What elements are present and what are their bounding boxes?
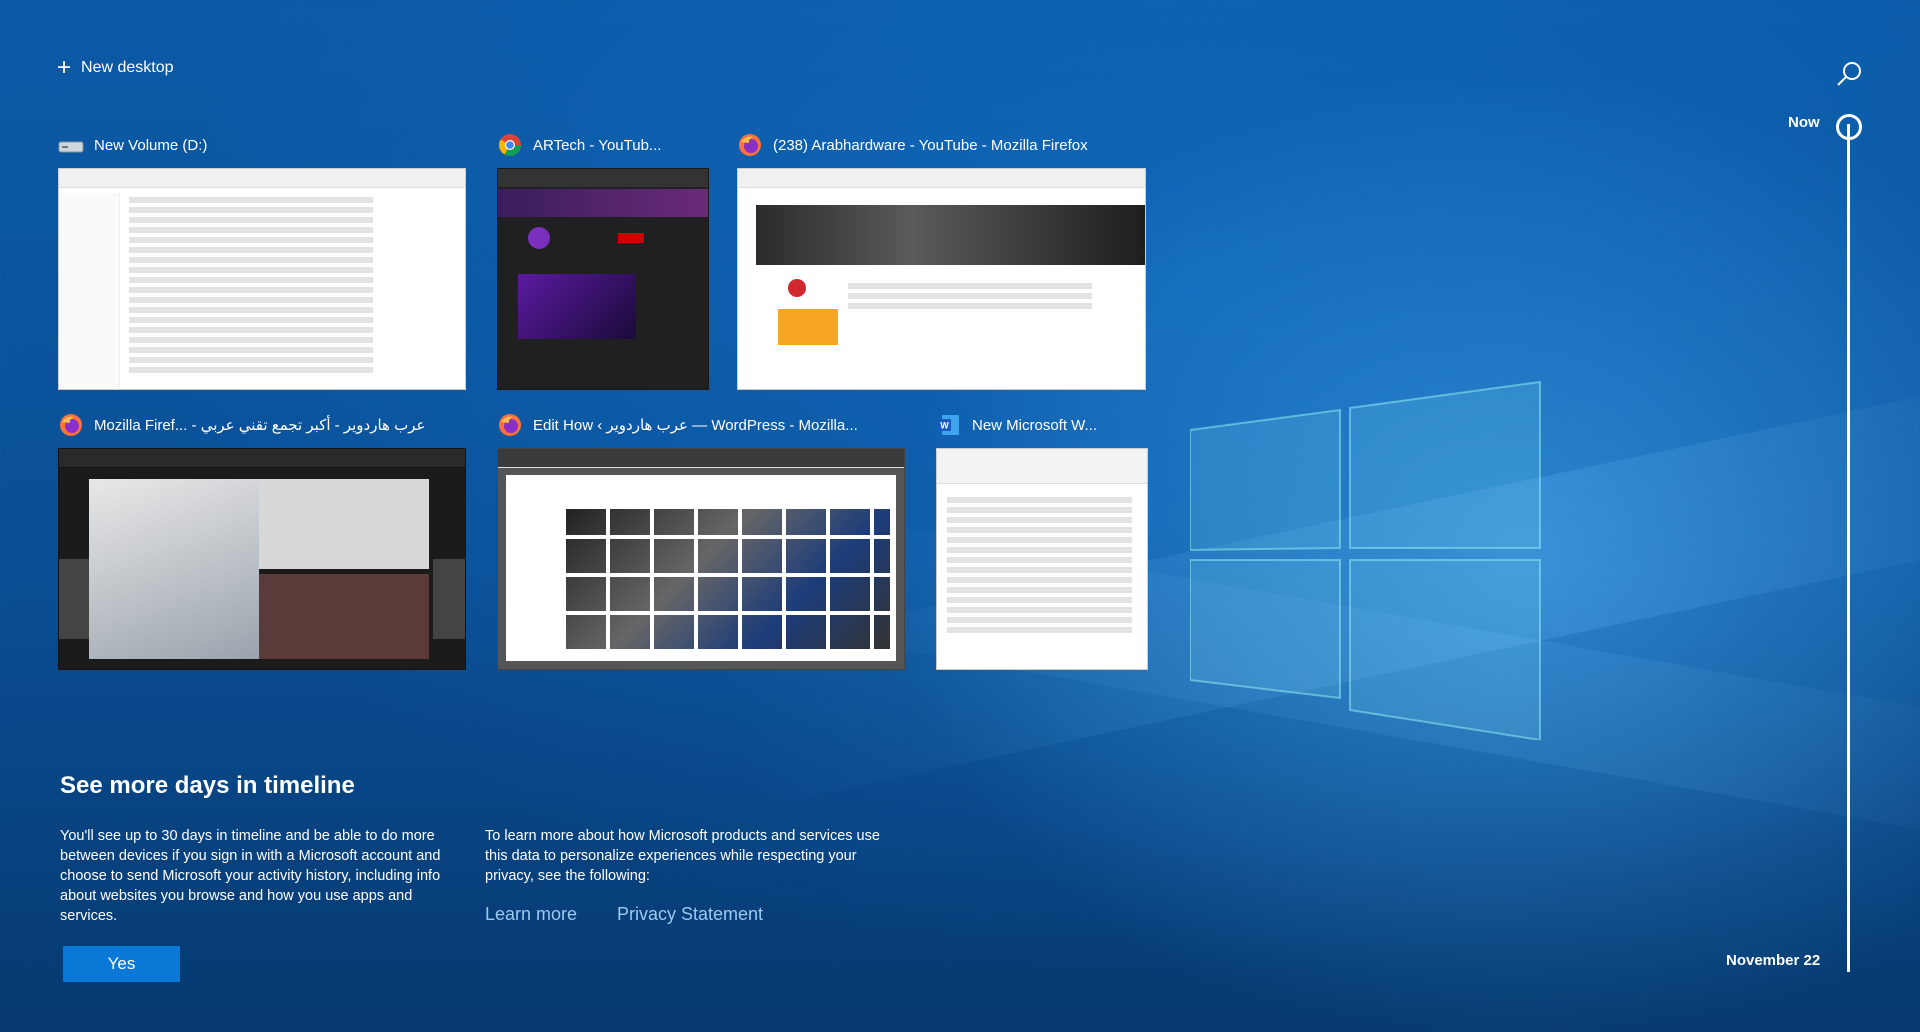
firefox-icon bbox=[58, 412, 84, 438]
new-desktop-button[interactable]: + New desktop bbox=[57, 56, 174, 80]
window-thumbnail bbox=[737, 168, 1146, 390]
yes-button[interactable]: Yes bbox=[63, 946, 180, 982]
activity-card[interactable]: ARTech - YouTub... bbox=[497, 130, 709, 390]
activity-card[interactable]: Edit How ‹ عرب هاردوير — WordPress - Moz… bbox=[497, 410, 905, 670]
learn-more-link[interactable]: Learn more bbox=[485, 904, 577, 925]
card-title: New Microsoft W... bbox=[972, 416, 1098, 434]
activity-card[interactable]: (238) Arabhardware - YouTube - Mozilla F… bbox=[737, 130, 1146, 390]
card-title: New Volume (D:) bbox=[94, 136, 208, 154]
window-thumbnail bbox=[497, 168, 709, 390]
card-title: (238) Arabhardware - YouTube - Mozilla F… bbox=[773, 136, 1088, 154]
promo-description: You'll see up to 30 days in timeline and… bbox=[60, 828, 441, 924]
activity-card[interactable]: New Volume (D:) bbox=[58, 130, 466, 390]
activity-card[interactable]: Mozilla Firef... - عرب هاردوير - أكبر تج… bbox=[58, 410, 466, 670]
activity-card[interactable]: W New Microsoft W... bbox=[936, 410, 1148, 670]
window-thumbnail bbox=[58, 168, 466, 390]
firefox-icon bbox=[497, 412, 523, 438]
timeline-handle[interactable] bbox=[1836, 114, 1862, 140]
windows-logo bbox=[1190, 380, 1541, 740]
plus-icon: + bbox=[57, 54, 72, 81]
search-icon[interactable] bbox=[1835, 60, 1863, 88]
card-title: ARTech - YouTub... bbox=[533, 136, 662, 154]
card-title: Edit How ‹ عرب هاردوير — WordPress - Moz… bbox=[533, 417, 858, 434]
card-title: Mozilla Firef... - عرب هاردوير - أكبر تج… bbox=[94, 417, 426, 434]
svg-text:W: W bbox=[940, 421, 949, 431]
word-icon: W bbox=[936, 412, 962, 438]
drive-icon bbox=[58, 132, 84, 158]
timeline-now-label: Now bbox=[1788, 114, 1820, 131]
firefox-icon bbox=[737, 132, 763, 158]
window-thumbnail bbox=[497, 448, 905, 670]
privacy-statement-link[interactable]: Privacy Statement bbox=[617, 904, 763, 925]
timeline-track[interactable] bbox=[1847, 124, 1850, 972]
new-desktop-label: New desktop bbox=[81, 59, 174, 76]
timeline-date-label: November 22 bbox=[1726, 952, 1821, 969]
window-thumbnail bbox=[58, 448, 466, 670]
privacy-text: To learn more about how Microsoft produc… bbox=[485, 828, 880, 884]
chrome-icon bbox=[497, 132, 523, 158]
promo-heading: See more days in timeline bbox=[60, 772, 355, 799]
window-thumbnail bbox=[936, 448, 1148, 670]
